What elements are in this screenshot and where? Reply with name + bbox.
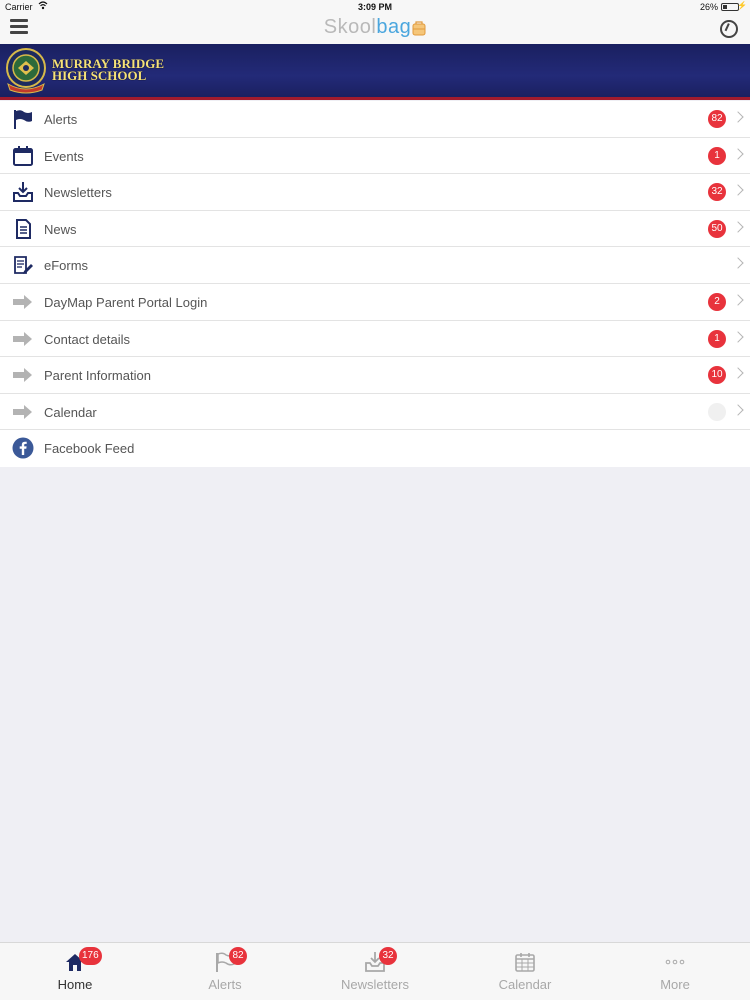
- document-icon: [16, 218, 31, 239]
- count-badge: 50: [708, 219, 726, 238]
- school-name-line2: HIGH SCHOOL: [52, 68, 147, 83]
- menu-item-parent-information[interactable]: Parent Information 10: [0, 357, 750, 394]
- tab-label: Calendar: [498, 977, 552, 992]
- tab-alerts[interactable]: 82 Alerts: [150, 943, 300, 1000]
- chevron-right-icon: [732, 221, 744, 233]
- tab-more[interactable]: More: [600, 943, 750, 1000]
- chevron-right-icon: [732, 367, 744, 379]
- menu-item-label: eForms: [44, 258, 89, 274]
- flag-icon: [14, 110, 32, 129]
- tab-label: Newsletters: [341, 977, 409, 992]
- chevron-right-icon: [732, 257, 744, 270]
- arrow-right-icon: [13, 294, 32, 309]
- menu-item-daymap-login[interactable]: DayMap Parent Portal Login 2: [0, 284, 750, 321]
- menu-item-alerts[interactable]: Alerts 82: [0, 101, 750, 138]
- sync-icon[interactable]: [720, 20, 738, 38]
- menu-item-facebook-feed[interactable]: Facebook Feed: [0, 430, 750, 467]
- battery-percent: 26%: [699, 2, 718, 12]
- count-badge: 32: [708, 183, 726, 202]
- menu-item-newsletters[interactable]: Newsletters 32: [0, 174, 750, 211]
- tab-home[interactable]: 176 Home: [0, 943, 150, 1000]
- school-banner: MURRAY BRIDGE HIGH SCHOOL: [0, 44, 750, 100]
- tab-label: Alerts: [208, 977, 242, 992]
- facebook-icon: [12, 437, 34, 459]
- tab-calendar[interactable]: Calendar: [450, 943, 600, 1000]
- logo-bag-text: bag: [376, 16, 412, 38]
- menu-item-label: DayMap Parent Portal Login: [44, 294, 208, 310]
- menu-item-eforms[interactable]: eForms: [0, 247, 750, 284]
- arrow-right-icon: [13, 331, 32, 346]
- tab-label: More: [660, 977, 690, 992]
- menu-item-news[interactable]: News 50: [0, 211, 750, 248]
- count-badge: 2: [708, 292, 726, 311]
- school-name: MURRAY BRIDGE HIGH SCHOOL: [52, 57, 164, 83]
- tab-badge: 32: [379, 947, 397, 965]
- chevron-right-icon: [732, 404, 744, 416]
- charging-icon: ⚡: [737, 1, 747, 10]
- tab-label: Home: [57, 977, 93, 992]
- school-crest-icon: [6, 48, 46, 94]
- menu-item-label: Newsletters: [44, 185, 112, 201]
- chevron-right-icon: [732, 184, 744, 196]
- chevron-right-icon: [732, 147, 744, 160]
- form-pencil-icon: [14, 256, 33, 275]
- menu-item-label: Facebook Feed: [44, 441, 135, 457]
- status-time: 3:09 PM: [357, 2, 392, 12]
- menu-item-label: Calendar: [44, 404, 97, 420]
- chevron-right-icon: [732, 111, 744, 123]
- tab-newsletters[interactable]: 32 Newsletters: [300, 943, 450, 1000]
- bottom-tab-bar: 176 Home 82 Alerts 32 Newsletters Calend…: [0, 942, 750, 1000]
- more-dots-icon: [665, 959, 685, 965]
- nav-bar: Skoolbag: [0, 14, 750, 44]
- menu-item-label: Events: [44, 148, 84, 164]
- chevron-right-icon: [732, 294, 744, 306]
- count-badge: 1: [708, 146, 726, 165]
- arrow-right-icon: [13, 368, 32, 383]
- schoolbag-icon: [412, 21, 426, 36]
- menu-item-label: Contact details: [44, 331, 130, 347]
- count-badge: 82: [708, 110, 726, 128]
- calendar-icon: [13, 145, 33, 166]
- home-menu-list: Alerts 82 Events 1 Newsletters 32 News 5…: [0, 101, 750, 467]
- menu-item-label: News: [44, 221, 77, 237]
- menu-item-events[interactable]: Events 1: [0, 138, 750, 175]
- menu-item-contact-details[interactable]: Contact details 1: [0, 321, 750, 358]
- menu-item-label: Parent Information: [44, 368, 151, 384]
- menu-item-label: Alerts: [44, 112, 78, 127]
- chevron-right-icon: [732, 330, 744, 343]
- count-badge: 10: [708, 366, 726, 385]
- calendar-grid-icon: [515, 953, 535, 972]
- logo-skool-text: Skool: [323, 16, 377, 38]
- tab-badge: 176: [79, 947, 102, 965]
- arrow-right-icon: [13, 404, 32, 419]
- menu-item-calendar[interactable]: Calendar: [0, 394, 750, 431]
- tab-badge: 82: [229, 947, 247, 965]
- status-bar: Carrier 3:09 PM 26% ⚡: [0, 0, 750, 14]
- count-badge: 1: [708, 329, 726, 348]
- inbox-download-icon: [13, 182, 33, 203]
- skoolbag-logo: Skoolbag: [0, 16, 750, 39]
- count-badge: [708, 402, 726, 421]
